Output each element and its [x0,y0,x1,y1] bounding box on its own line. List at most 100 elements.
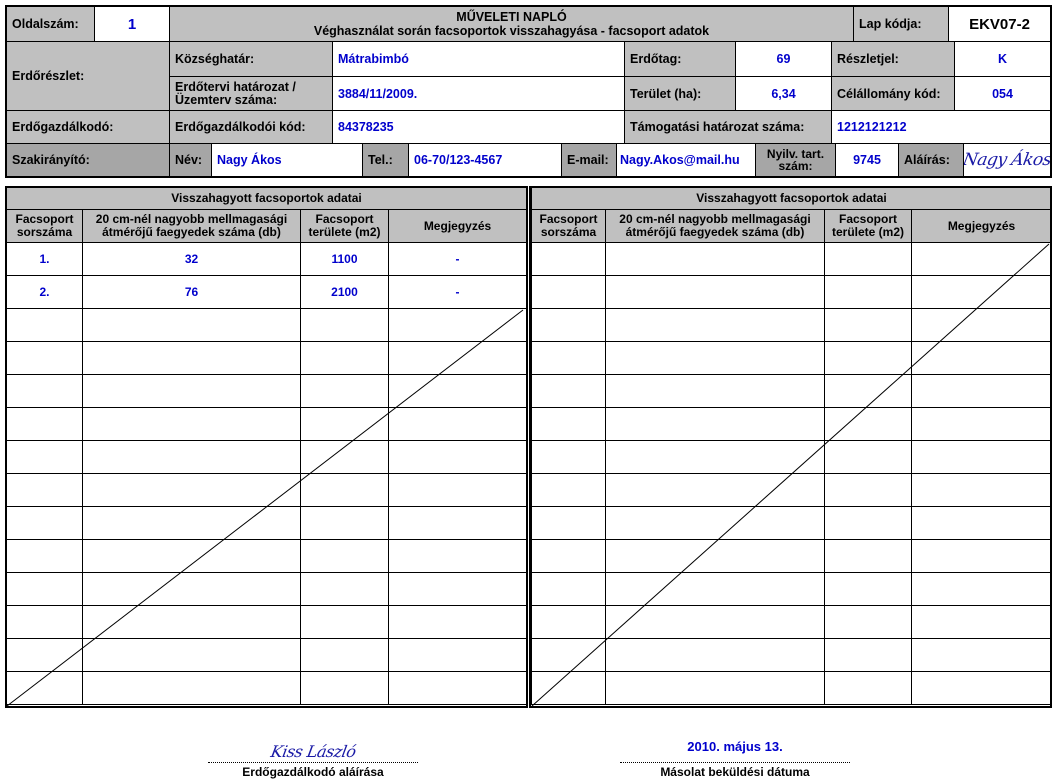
col-megjegyzes-header: Megjegyzés [388,209,527,243]
cell-terulet [824,638,912,672]
cell-megjegyzes [388,407,527,441]
table-row: 2. 76 2100- [6,275,527,309]
cell-sorszam [6,407,83,441]
cell-db [605,473,825,507]
erdogazdalkodo-label: Erdőgazdálkodó: [6,110,170,144]
cell-db [605,671,825,705]
cell-megjegyzes [911,374,1052,408]
cell-sorszam [531,374,606,408]
table-row [6,572,527,606]
kozseghatar-label: Községhatár: [169,41,333,77]
cell-sorszam: 1. [6,242,83,276]
nev-value: Nagy Ákos [211,143,363,177]
cell-db [82,308,301,342]
cell-db [82,407,301,441]
cell-terulet [300,407,389,441]
right-section-title: Visszahagyott facsoportok adatai [531,187,1052,210]
table-row [531,407,1052,441]
hatarozat-value: 3884/11/2009. [332,76,625,111]
cell-megjegyzes [388,572,527,606]
cell-sorszam [531,407,606,441]
table-row [6,341,527,375]
erdogazdalkodoi-kod-label: Erdőgazdálkodói kód: [169,110,333,144]
cell-sorszam [6,671,83,705]
email-value: Nagy.Akos@mail.hu [616,143,756,177]
col-sorszam-header: Facsoport sorszáma [531,209,606,243]
cell-terulet [300,671,389,705]
cell-db [605,605,825,639]
alairas-box: Nagy Ákos [963,143,1051,177]
cell-db [82,539,301,573]
cell-sorszam [531,605,606,639]
cell-sorszam [531,473,606,507]
cell-sorszam [531,572,606,606]
cell-terulet [824,341,912,375]
lapkod-value: EKV07-2 [948,6,1051,42]
cell-sorszam [531,308,606,342]
cell-db [605,440,825,474]
cell-terulet [300,572,389,606]
cell-megjegyzes [388,671,527,705]
cell-terulet [300,638,389,672]
cell-terulet: 1100 [300,242,389,276]
cell-megjegyzes [388,440,527,474]
celallomany-label: Célállomány kód: [831,76,955,111]
cell-sorszam [531,539,606,573]
cell-megjegyzes [911,275,1052,309]
cell-megjegyzes [388,308,527,342]
cell-db [605,374,825,408]
hatarozat-label-line1: Erdőtervi határozat / [175,79,296,94]
tel-label: Tel.: [362,143,409,177]
cell-megjegyzes [388,605,527,639]
table-row [531,605,1052,639]
cell-sorszam [6,440,83,474]
cell-terulet [300,473,389,507]
table-row [531,374,1052,408]
cell-megjegyzes [911,440,1052,474]
table-row [6,407,527,441]
form-title-box: MŰVELETI NAPLÓ Véghasználat során facsop… [169,6,854,42]
nev-label: Név: [169,143,212,177]
date-value: 2010. május 13. [687,739,783,754]
cell-db [82,638,301,672]
col-db-line1: 20 cm-nél nagyobb mellmagasági [95,212,288,226]
cell-db [605,407,825,441]
right-title-row: Visszahagyott facsoportok adatai [531,187,1052,210]
col-terulet-header: Facsoport területe (m2) [824,209,912,243]
cell-terulet [824,407,912,441]
cell-terulet [300,308,389,342]
cell-terulet [824,671,912,705]
cell-megjegyzes [911,341,1052,375]
reszletjel-value: K [954,41,1051,77]
cell-db [82,671,301,705]
table-row [531,473,1052,507]
signature-line [208,762,418,763]
table-row [6,473,527,507]
footer-signature: Kiss László [268,742,357,761]
col-db-header: 20 cm-nél nagyobb mellmagasági átmérőjű f… [82,209,301,243]
cell-megjegyzes [911,605,1052,639]
cell-megjegyzes [911,506,1052,540]
cell-terulet [824,539,912,573]
hatarozat-label-line2: Üzemterv száma: [175,92,278,107]
cell-db [605,638,825,672]
cell-terulet [824,308,912,342]
cell-sorszam [6,539,83,573]
erdotag-label: Erdőtag: [624,41,736,77]
cell-db [605,275,825,309]
col-sorszam-header: Facsoport sorszáma [6,209,83,243]
left-table-body: 1. 32 1100-2. 76 2100- [6,242,527,705]
cell-terulet [300,374,389,408]
col-terulet-line1: Facsoport [315,212,374,226]
nyilv-label: Nyilv. tart. szám: [755,143,836,177]
cell-sorszam [531,638,606,672]
table-row [531,242,1052,276]
cell-megjegyzes [388,473,527,507]
cell-db [605,242,825,276]
right-table: Visszahagyott facsoportok adatai Facsopo… [531,187,1052,705]
table-row [531,440,1052,474]
cell-terulet [824,242,912,276]
cell-sorszam [6,605,83,639]
cell-db: 32 [82,242,301,276]
oldalszam-label: Oldalszám: [6,6,95,42]
